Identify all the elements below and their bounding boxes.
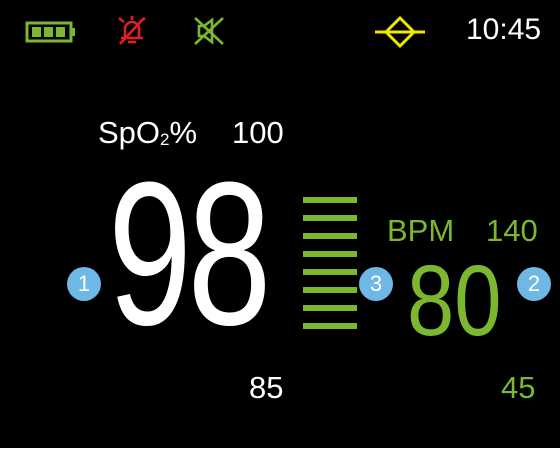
oximeter-screen: 10:45 SpO2% 100 98 85 BPM 140 80 45 1 3 … [0, 0, 560, 448]
pulse-bar-segment [303, 233, 357, 239]
battery-full-icon [25, 21, 75, 43]
pulse-bar-segment [303, 305, 357, 311]
bpm-value: 80 [407, 245, 502, 357]
bpm-low-limit: 45 [501, 370, 536, 405]
pulse-bar-segment [303, 269, 357, 275]
spo2-value: 98 [108, 140, 271, 368]
spo2-low-limit: 85 [249, 370, 284, 405]
alarm-off-icon [118, 16, 146, 45]
pulse-strength-bar [303, 197, 357, 329]
callout-1: 1 [67, 267, 101, 301]
callout-2: 2 [517, 267, 551, 301]
pulse-bar-segment [303, 197, 357, 203]
pulse-bar-segment [303, 287, 357, 293]
pulse-bar-segment [303, 215, 357, 221]
sound-muted-icon [194, 17, 224, 45]
clock-time: 10:45 [466, 13, 542, 46]
callout-3: 3 [359, 267, 393, 301]
pulse-bar-segment [303, 251, 357, 257]
bluetooth-icon [375, 15, 425, 49]
pulse-bar-segment [303, 323, 357, 329]
